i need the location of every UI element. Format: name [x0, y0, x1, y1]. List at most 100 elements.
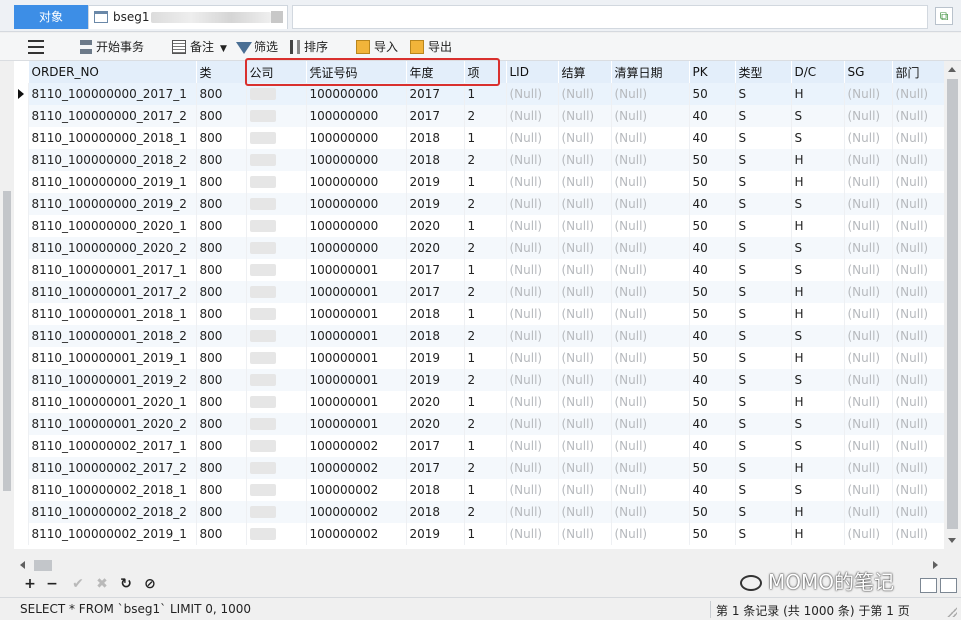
cell-dc[interactable]: H [791, 171, 845, 193]
row-header[interactable] [14, 303, 29, 325]
cell-type[interactable]: S [735, 501, 792, 523]
cell-dc[interactable]: H [791, 523, 845, 545]
cell-pk[interactable]: 50 [689, 523, 736, 545]
row-header[interactable] [14, 105, 29, 127]
cell-class[interactable]: 800 [196, 259, 247, 281]
cell-department[interactable]: (Null) [892, 259, 944, 281]
cell-company-redacted[interactable] [246, 171, 307, 193]
cell-year[interactable]: 2017 [406, 457, 465, 479]
cell-company-redacted[interactable] [246, 105, 307, 127]
cell-department[interactable]: (Null) [892, 193, 944, 215]
cell-doc-no[interactable]: 100000001 [306, 281, 407, 303]
cell-type[interactable]: S [735, 303, 792, 325]
cell-lid[interactable]: (Null) [506, 193, 559, 215]
cell-order-no[interactable]: 8110_100000000_2017_2 [28, 105, 197, 127]
cell-sg[interactable]: (Null) [844, 105, 893, 127]
cell-department[interactable]: (Null) [892, 83, 944, 105]
cell-sg[interactable]: (Null) [844, 435, 893, 457]
cell-settlement[interactable]: (Null) [558, 149, 612, 171]
cell-doc-no[interactable]: 100000000 [306, 149, 407, 171]
horizontal-scroll-thumb[interactable] [34, 560, 52, 571]
cell-type[interactable]: S [735, 369, 792, 391]
cell-department[interactable]: (Null) [892, 523, 944, 545]
cell-settlement[interactable]: (Null) [558, 391, 612, 413]
cell-department[interactable]: (Null) [892, 281, 944, 303]
cell-clearing-date[interactable]: (Null) [611, 501, 690, 523]
cell-type[interactable]: S [735, 325, 792, 347]
cell-year[interactable]: 2019 [406, 171, 465, 193]
cell-clearing-date[interactable]: (Null) [611, 215, 690, 237]
cell-dc[interactable]: S [791, 193, 845, 215]
cell-year[interactable]: 2019 [406, 347, 465, 369]
cell-class[interactable]: 800 [196, 325, 247, 347]
cell-clearing-date[interactable]: (Null) [611, 83, 690, 105]
cell-pk[interactable]: 50 [689, 391, 736, 413]
cell-clearing-date[interactable]: (Null) [611, 237, 690, 259]
cell-type[interactable]: S [735, 479, 792, 501]
cell-lid[interactable]: (Null) [506, 83, 559, 105]
cell-order-no[interactable]: 8110_100000002_2019_1 [28, 523, 197, 545]
table-row[interactable]: 8110_100000002_2018_2 800 100000002 2018 2 (N… [14, 501, 944, 523]
cell-class[interactable]: 800 [196, 105, 247, 127]
cell-clearing-date[interactable]: (Null) [611, 457, 690, 479]
cell-dc[interactable]: H [791, 457, 845, 479]
cell-lid[interactable]: (Null) [506, 501, 559, 523]
cell-order-no[interactable]: 8110_100000002_2018_2 [28, 501, 197, 523]
table-row[interactable]: 8110_100000001_2020_2 800 100000001 2020 2 (N… [14, 413, 944, 435]
sort-button[interactable]: 排序 [290, 37, 328, 57]
row-header[interactable] [14, 501, 29, 523]
cell-class[interactable]: 800 [196, 193, 247, 215]
cell-order-no[interactable]: 8110_100000001_2020_1 [28, 391, 197, 413]
table-row[interactable]: 8110_100000001_2017_1 800 100000001 2017 1 (N… [14, 259, 944, 281]
cell-settlement[interactable]: (Null) [558, 127, 612, 149]
column-header[interactable]: 项 [464, 61, 507, 83]
cell-sg[interactable]: (Null) [844, 259, 893, 281]
cell-clearing-date[interactable]: (Null) [611, 171, 690, 193]
cell-dc[interactable]: H [791, 83, 845, 105]
cell-department[interactable]: (Null) [892, 149, 944, 171]
cell-year[interactable]: 2020 [406, 215, 465, 237]
cell-company-redacted[interactable] [246, 237, 307, 259]
cell-item[interactable]: 2 [464, 413, 507, 435]
scroll-right-icon[interactable] [933, 561, 938, 569]
table-row[interactable]: 8110_100000001_2019_2 800 100000001 2019 2 (N… [14, 369, 944, 391]
cell-settlement[interactable]: (Null) [558, 281, 612, 303]
cell-dc[interactable]: S [791, 237, 845, 259]
cell-doc-no[interactable]: 100000001 [306, 413, 407, 435]
row-header[interactable] [14, 391, 29, 413]
cell-sg[interactable]: (Null) [844, 391, 893, 413]
cell-pk[interactable]: 40 [689, 435, 736, 457]
cell-doc-no[interactable]: 100000001 [306, 325, 407, 347]
cell-item[interactable]: 1 [464, 215, 507, 237]
cell-sg[interactable]: (Null) [844, 347, 893, 369]
cell-settlement[interactable]: (Null) [558, 457, 612, 479]
cell-class[interactable]: 800 [196, 127, 247, 149]
cell-lid[interactable]: (Null) [506, 149, 559, 171]
cell-pk[interactable]: 40 [689, 193, 736, 215]
cell-sg[interactable]: (Null) [844, 501, 893, 523]
cell-year[interactable]: 2017 [406, 105, 465, 127]
cell-settlement[interactable]: (Null) [558, 259, 612, 281]
cell-company-redacted[interactable] [246, 347, 307, 369]
cell-dc[interactable]: S [791, 369, 845, 391]
discard-changes-button[interactable]: ✖ [94, 576, 110, 592]
cell-doc-no[interactable]: 100000001 [306, 303, 407, 325]
cell-company-redacted[interactable] [246, 149, 307, 171]
cell-doc-no[interactable]: 100000001 [306, 391, 407, 413]
row-header[interactable] [14, 171, 29, 193]
cell-company-redacted[interactable] [246, 83, 307, 105]
cell-company-redacted[interactable] [246, 435, 307, 457]
cell-item[interactable]: 2 [464, 193, 507, 215]
column-header[interactable]: PK [689, 61, 736, 83]
table-row[interactable]: 8110_100000001_2020_1 800 100000001 2020 1 (N… [14, 391, 944, 413]
row-header[interactable] [14, 325, 29, 347]
cell-sg[interactable]: (Null) [844, 479, 893, 501]
cell-doc-no[interactable]: 100000000 [306, 215, 407, 237]
cell-doc-no[interactable]: 100000000 [306, 193, 407, 215]
table-row[interactable]: 8110_100000001_2019_1 800 100000001 2019 1 (N… [14, 347, 944, 369]
cell-class[interactable]: 800 [196, 83, 247, 105]
cell-item[interactable]: 1 [464, 171, 507, 193]
row-header[interactable] [14, 259, 29, 281]
cell-sg[interactable]: (Null) [844, 127, 893, 149]
scroll-left-icon[interactable] [20, 561, 25, 569]
